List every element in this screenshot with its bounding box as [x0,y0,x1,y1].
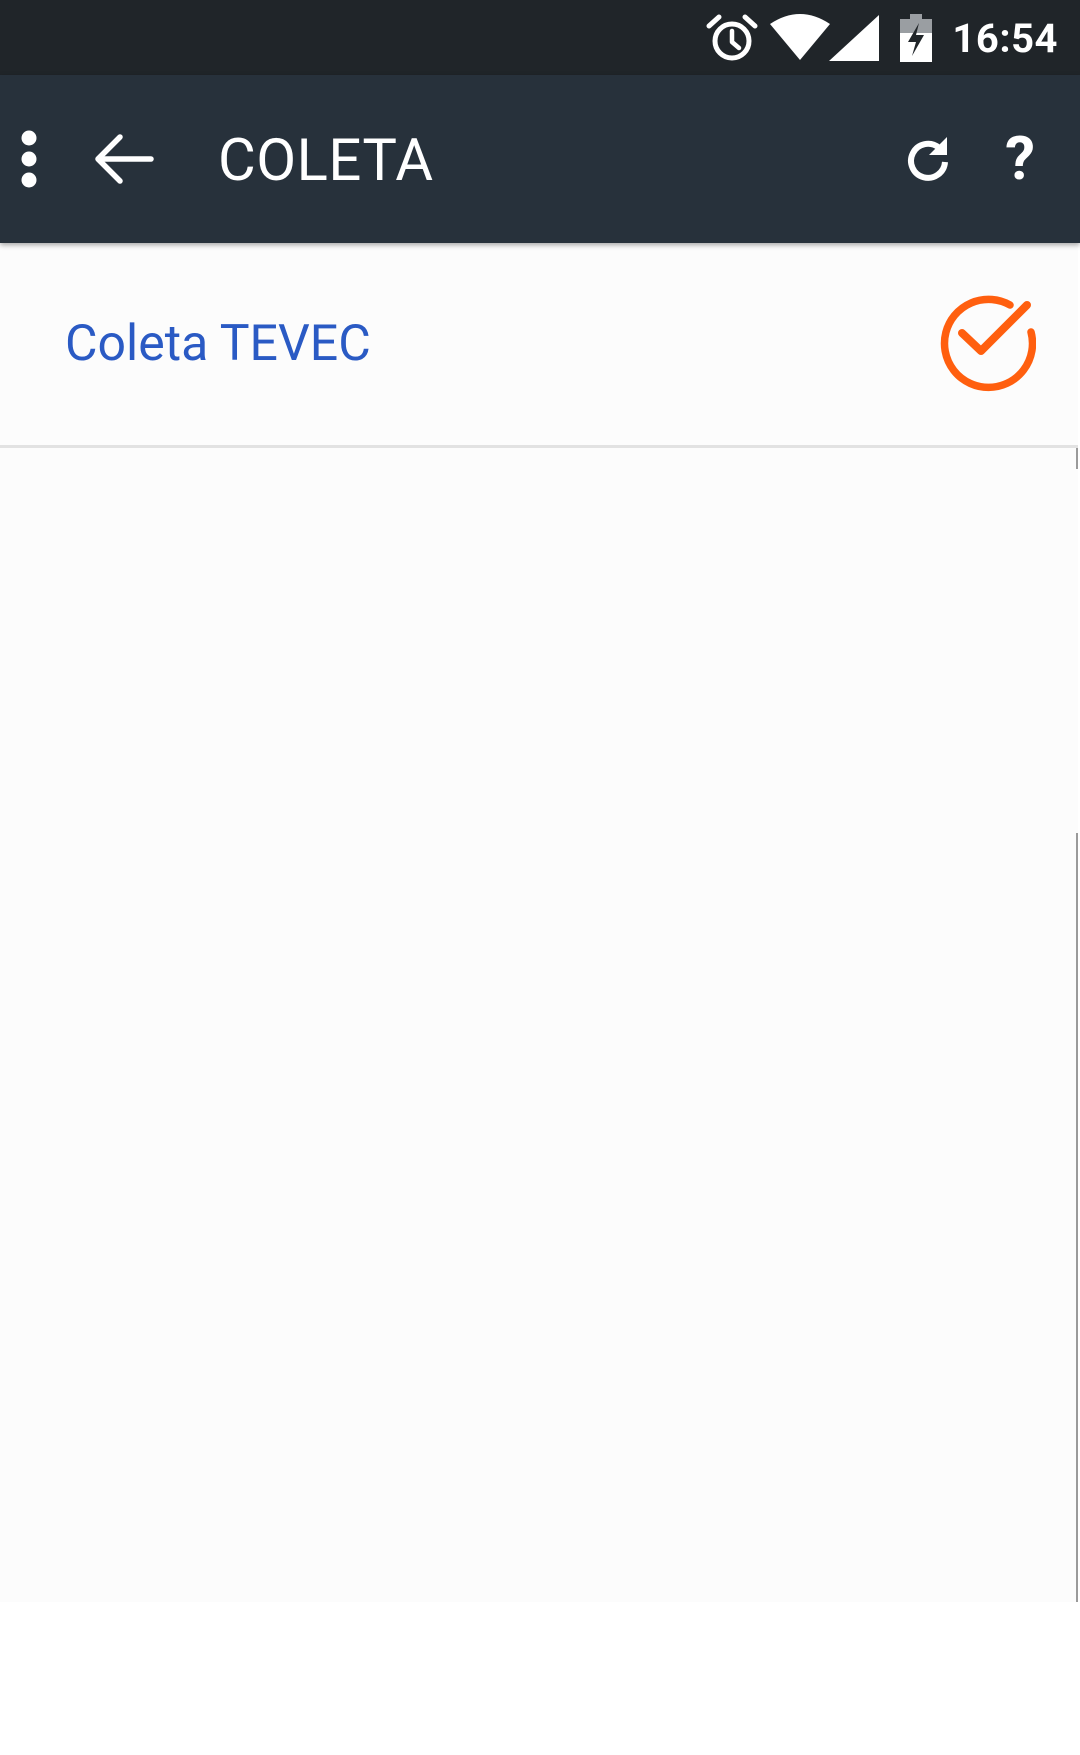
screen: 16:54 COLETA ? Coleta TEVEC [0,0,1080,1755]
page-title: COLETA [218,127,434,195]
scroll-edge [1076,833,1078,1602]
list-divider [0,445,1078,448]
wifi-icon [770,0,830,75]
help-button[interactable]: ? [985,75,1055,243]
back-button[interactable] [86,75,162,243]
refresh-button[interactable] [888,75,968,243]
help-icon: ? [1005,123,1035,194]
refresh-icon [902,131,954,187]
overflow-menu-icon [19,130,39,188]
alarm-icon [705,0,759,75]
list-item-label: Coleta TEVEC [65,315,371,373]
list-item[interactable]: Coleta TEVEC [0,243,1078,445]
cell-signal-icon [828,0,880,75]
content-area: Coleta TEVEC [0,243,1078,1602]
clock: 16:54 [952,15,1058,62]
battery-charging-icon [898,0,934,75]
check-circle-icon [936,288,1036,392]
status-bar: 16:54 [0,0,1080,75]
overflow-menu-button[interactable] [0,75,58,243]
back-arrow-icon [94,133,154,185]
app-bar: COLETA ? [0,75,1080,243]
